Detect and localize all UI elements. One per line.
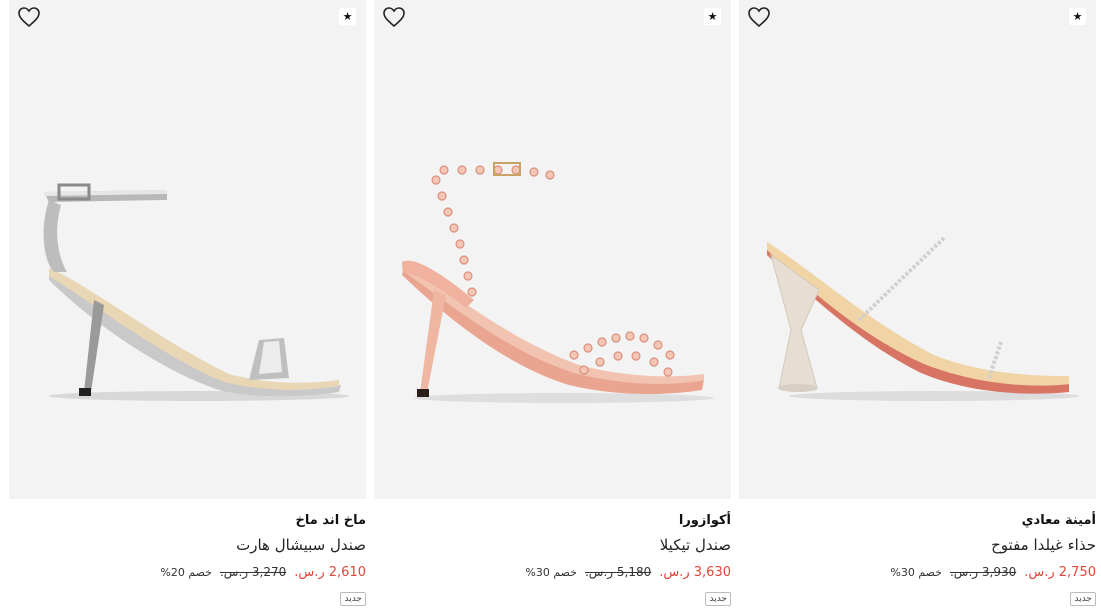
- price-row: 2,610 ر.س. 3,270 ر.س. خصم 20%: [160, 565, 366, 580]
- heart-icon[interactable]: [382, 6, 406, 28]
- price-row: 2,750 ر.س. 3,930 ر.س. خصم 30%: [890, 565, 1096, 580]
- pink-sandal-image: [402, 162, 714, 403]
- product-image[interactable]: ★: [9, 0, 366, 499]
- product-brand[interactable]: ماخ اند ماخ: [296, 513, 367, 528]
- product-brand[interactable]: أمينة معادي: [1022, 513, 1096, 528]
- sale-price: 2,750 ر.س.: [1024, 565, 1096, 580]
- original-price: 3,270 ر.س.: [219, 565, 287, 579]
- star-icon: ★: [1069, 8, 1086, 25]
- product-card[interactable]: ★ أمينة معادي حذاء غيلدا مفتوح 2,750 ر.س…: [739, 0, 1096, 616]
- crystal-mule-image: [767, 236, 1079, 401]
- price-row: 3,630 ر.س. 5,180 ر.س. خصم 30%: [525, 565, 731, 580]
- discount-label: خصم 20%: [160, 566, 212, 579]
- heart-icon[interactable]: [747, 6, 771, 28]
- product-name[interactable]: صندل سبيشال هارت: [236, 536, 366, 554]
- product-brand[interactable]: أكوازورا: [679, 513, 731, 528]
- sale-price: 3,630 ر.س.: [659, 565, 731, 580]
- product-image[interactable]: ★: [374, 0, 731, 499]
- original-price: 3,930 ر.س.: [949, 565, 1017, 579]
- new-badge: جديد: [340, 592, 366, 606]
- discount-label: خصم 30%: [525, 566, 577, 579]
- product-name[interactable]: صندل تيكيلا: [660, 536, 731, 554]
- new-badge: جديد: [705, 592, 731, 606]
- silver-sandal-image: [43, 183, 349, 401]
- sale-price: 2,610 ر.س.: [294, 565, 366, 580]
- discount-label: خصم 30%: [890, 566, 942, 579]
- product-card[interactable]: ★ ماخ اند ماخ صندل سبيشال هارت 2,610 ر.س…: [9, 0, 366, 616]
- product-grid: ★ ماخ اند ماخ صندل سبيشال هارت 2,610 ر.س…: [0, 0, 1101, 616]
- new-badge: جديد: [1070, 592, 1096, 606]
- product-name[interactable]: حذاء غيلدا مفتوح: [991, 536, 1096, 554]
- original-price: 5,180 ر.س.: [584, 565, 652, 579]
- heart-icon[interactable]: [17, 6, 41, 28]
- star-icon: ★: [339, 8, 356, 25]
- product-image[interactable]: ★: [739, 0, 1096, 499]
- star-icon: ★: [704, 8, 721, 25]
- product-card[interactable]: ★ أكوازورا صندل تيكيلا 3,630 ر.س. 5,180 …: [374, 0, 731, 616]
